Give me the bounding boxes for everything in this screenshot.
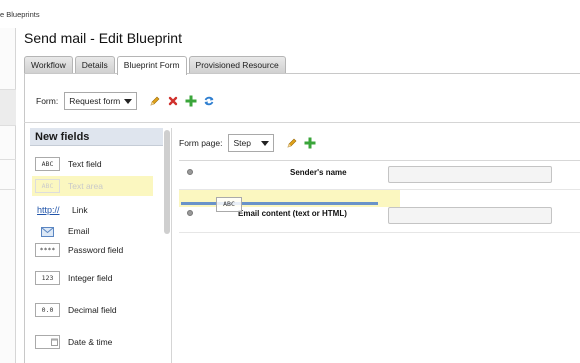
text-field-icon: ABC	[35, 157, 60, 171]
palette-item-link[interactable]: http:// Link	[37, 200, 155, 220]
palette-item-label: Text field	[68, 159, 102, 169]
edit-pencil-icon[interactable]	[149, 95, 161, 107]
form-header-divider	[24, 122, 580, 123]
field-label-senders-name: Sender's name	[290, 168, 347, 177]
add-plus-icon[interactable]	[304, 137, 316, 149]
palette-item-text-field[interactable]: ABC Text field	[35, 154, 153, 174]
link-icon: http://	[37, 205, 60, 215]
tab-bar: Workflow Details Blueprint Form Provisio…	[24, 56, 288, 75]
form-page-select-value: Step	[233, 138, 251, 148]
edit-pencil-icon[interactable]	[286, 137, 298, 149]
palette-item-decimal-field[interactable]: 0.0 Decimal field	[35, 300, 153, 320]
palette-item-label: Password field	[68, 245, 124, 255]
text-area-icon: ABC	[35, 179, 60, 193]
sidebar-section-active[interactable]	[0, 90, 16, 126]
palette-item-text-area[interactable]: ABC Text area	[32, 176, 153, 196]
form-page-label: Form page:	[179, 138, 223, 148]
form-page-row: Form page: Step	[179, 134, 316, 152]
tab-details[interactable]: Details	[74, 56, 115, 74]
calendar-icon	[35, 335, 60, 349]
sidebar-section[interactable]	[0, 126, 16, 160]
integer-field-icon: 123	[35, 271, 60, 285]
left-sidebar	[0, 28, 16, 363]
palette-item-label: Date & time	[68, 337, 113, 347]
tab-workflow[interactable]: Workflow	[24, 56, 73, 74]
delete-x-icon[interactable]	[167, 95, 179, 107]
palette-item-date-time[interactable]: Date & time	[35, 332, 153, 352]
tab-provisioned-resource[interactable]: Provisioned Resource	[188, 56, 286, 74]
sidebar-section[interactable]	[0, 160, 16, 190]
form-selector-row: Form: Request form	[36, 92, 215, 110]
palette-item-label: Integer field	[68, 273, 113, 283]
tab-blueprint-form[interactable]: Blueprint Form	[116, 56, 187, 75]
form-label: Form:	[36, 96, 59, 106]
palette-item-password-field[interactable]: **** Password field	[35, 240, 153, 260]
sidebar-section[interactable]	[0, 28, 16, 90]
page-title: Send mail - Edit Blueprint	[24, 30, 182, 46]
senders-name-input[interactable]	[388, 166, 552, 183]
palette-item-label: Link	[72, 205, 88, 215]
breadcrumb[interactable]: e Blueprints	[0, 10, 40, 19]
refresh-icon[interactable]	[203, 95, 215, 107]
palette-item-integer-field[interactable]: 123 Integer field	[35, 268, 153, 288]
form-select[interactable]: Request form	[64, 92, 138, 110]
decimal-field-icon: 0.0	[35, 303, 60, 317]
drag-handle-icon[interactable]	[187, 210, 193, 216]
palette-item-email[interactable]: Email	[35, 221, 153, 241]
form-page-select[interactable]: Step	[228, 134, 274, 152]
row-separator	[179, 232, 580, 233]
email-content-input[interactable]	[388, 207, 552, 224]
drag-ghost: ABC	[216, 197, 242, 212]
form-select-value: Request form	[69, 96, 121, 106]
palette-divider	[171, 128, 172, 363]
drop-indicator	[181, 202, 378, 205]
password-field-icon: ****	[35, 243, 60, 257]
form-page-divider	[179, 160, 580, 161]
chevron-down-icon	[260, 141, 269, 146]
drag-handle-icon[interactable]	[187, 169, 193, 175]
palette-item-label: Email	[68, 226, 90, 236]
palette-item-label: Text area	[68, 181, 103, 191]
field-label-email-content: Email content (text or HTML)	[238, 209, 347, 218]
palette-scrollbar[interactable]	[164, 130, 170, 234]
palette-item-label: Decimal field	[68, 305, 117, 315]
chevron-down-icon	[124, 99, 133, 104]
envelope-icon	[35, 224, 60, 238]
add-plus-icon[interactable]	[185, 95, 197, 107]
new-fields-header: New fields	[30, 128, 163, 146]
